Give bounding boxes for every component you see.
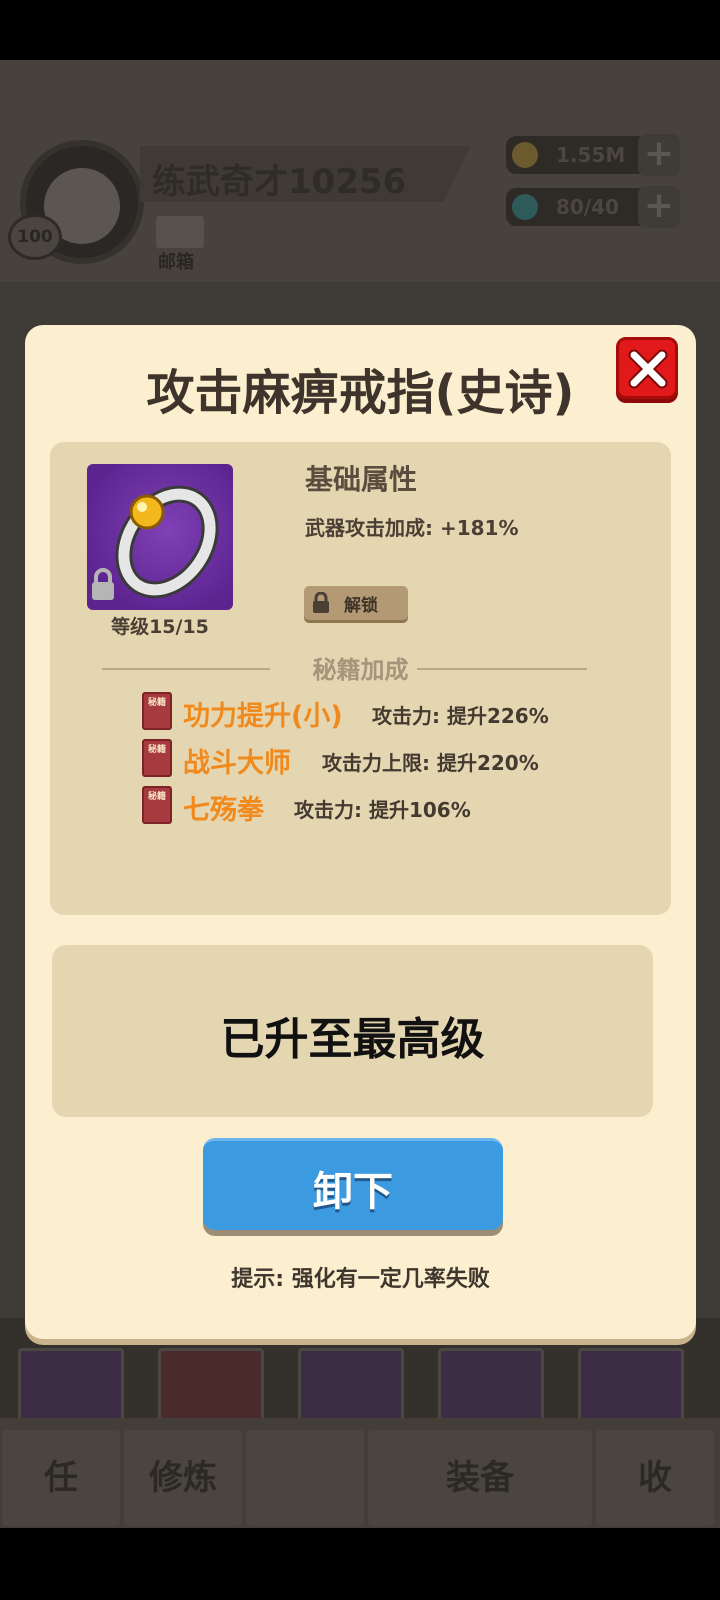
player-level-badge: 100 (8, 214, 62, 260)
gold-counter: 1.55M + (506, 134, 680, 176)
secret-name: 战斗大师 (183, 748, 291, 779)
mail-icon[interactable] (156, 216, 204, 248)
energy-value: 80/40 (556, 195, 619, 219)
unequip-button[interactable]: 卸下 (203, 1138, 503, 1230)
gold-value: 1.55M (556, 143, 626, 167)
max-level-panel: 已升至最高级 (52, 945, 653, 1117)
system-nav-bar (0, 1528, 720, 1600)
secret-item: 秘籍 功力提升(小) 攻击力: 提升226% (50, 692, 671, 732)
close-button[interactable] (616, 337, 678, 399)
add-energy-button[interactable]: + (638, 186, 680, 228)
secret-name: 七殇拳 (183, 795, 264, 826)
gem-icon (512, 194, 538, 220)
item-level: 等级15/15 (111, 616, 209, 638)
status-bar (0, 0, 720, 60)
max-level-text: 已升至最高级 (220, 1014, 485, 1065)
book-icon: 秘籍 (142, 786, 172, 824)
nav-collect[interactable]: 收 (596, 1430, 714, 1526)
secret-effect: 攻击力: 提升106% (294, 798, 471, 822)
secret-effect: 攻击力: 提升226% (372, 704, 549, 728)
energy-counter: 80/40 + (506, 186, 680, 228)
coin-icon (512, 142, 538, 168)
base-attr-title: 基础属性 (305, 463, 418, 496)
hint-text: 提示: 强化有一定几率失败 (231, 1267, 490, 1292)
unlock-button[interactable]: 解锁 (304, 586, 408, 620)
book-icon: 秘籍 (142, 739, 172, 777)
nav-equipment[interactable]: 装备 (368, 1430, 592, 1526)
secret-effect: 攻击力上限: 提升220% (322, 751, 539, 775)
base-attr-line: 武器攻击加成: +181% (305, 516, 519, 540)
close-icon (628, 349, 668, 389)
unlock-label: 解锁 (344, 596, 378, 616)
ring-icon (87, 464, 233, 610)
book-icon: 秘籍 (142, 692, 172, 730)
mail-label[interactable]: 邮箱 (158, 248, 194, 274)
nav-cultivate[interactable]: 修炼 (124, 1430, 242, 1526)
lock-icon (313, 592, 329, 613)
player-name: 练武奇才10256 (152, 162, 407, 202)
secret-item: 秘籍 战斗大师 攻击力上限: 提升220% (50, 739, 671, 779)
secret-item: 秘籍 七殇拳 攻击力: 提升106% (50, 786, 671, 826)
nav-tasks[interactable]: 任 (2, 1430, 120, 1526)
unequip-label: 卸下 (313, 1169, 393, 1215)
nav-battle[interactable] (246, 1430, 364, 1526)
item-info-panel: 等级15/15 基础属性 武器攻击加成: +181% 解锁 秘籍加成 秘籍 功力… (50, 442, 671, 915)
secret-name: 功力提升(小) (183, 701, 343, 732)
divider-right (417, 668, 587, 670)
item-detail-dialog: 攻击麻痹戒指(史诗) 等级15/15 基础属性 武器攻击加成: +181% 解锁… (25, 325, 696, 1339)
lock-icon (92, 568, 114, 600)
add-gold-button[interactable]: + (638, 134, 680, 176)
dialog-title: 攻击麻痹戒指(史诗) (146, 365, 575, 421)
